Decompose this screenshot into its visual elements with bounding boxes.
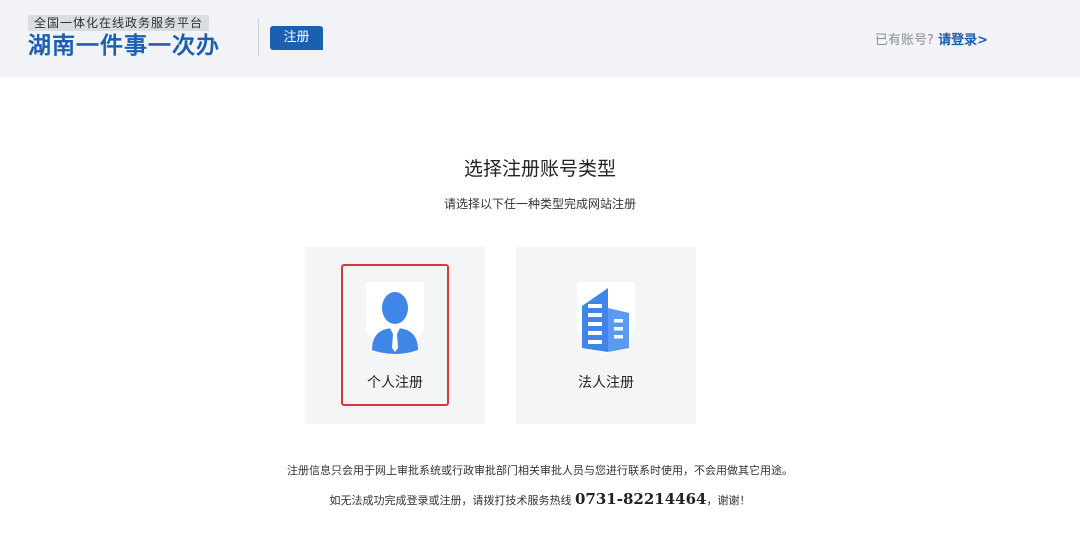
help-line: 如无法成功完成登录或注册，请拨打技术服务热线 0731-82214464，谢谢！ — [0, 490, 1080, 508]
privacy-notice: 注册信息只会用于网上审批系统或行政审批部门相关审批人员与您进行联系时使用，不会用… — [287, 464, 793, 477]
help-suffix: ，谢谢！ — [706, 494, 751, 507]
login-tip: 已有账号? 请登录> — [875, 29, 988, 48]
logo-title[interactable]: 湖南一件事一次办 — [28, 31, 220, 61]
page-badge: 注册 — [270, 26, 323, 50]
page-header: 全国一体化在线政务服务平台 湖南一件事一次办 注册 已有账号? 请登录> — [0, 0, 1080, 77]
header-divider — [258, 18, 259, 56]
help-prefix: 如无法成功完成登录或注册，请拨打技术服务热线 — [329, 494, 572, 507]
logo-subtitle: 全国一体化在线政务服务平台 — [28, 15, 210, 31]
page-subtitle: 请选择以下任一种类型完成网站注册 — [443, 197, 636, 211]
legal-register-label: 法人注册 — [578, 375, 634, 391]
page-title: 选择注册账号类型 — [463, 158, 616, 180]
building-icon — [577, 282, 635, 354]
person-icon — [366, 282, 424, 354]
personal-register-card[interactable]: 个人注册 — [305, 247, 485, 424]
personal-register-label: 个人注册 — [367, 375, 423, 391]
legal-register-card[interactable]: 法人注册 — [516, 247, 696, 424]
login-prompt: 已有账号? — [875, 33, 934, 48]
login-link[interactable]: 请登录> — [938, 33, 988, 48]
hotline-number: 0731-82214464 — [575, 490, 707, 508]
